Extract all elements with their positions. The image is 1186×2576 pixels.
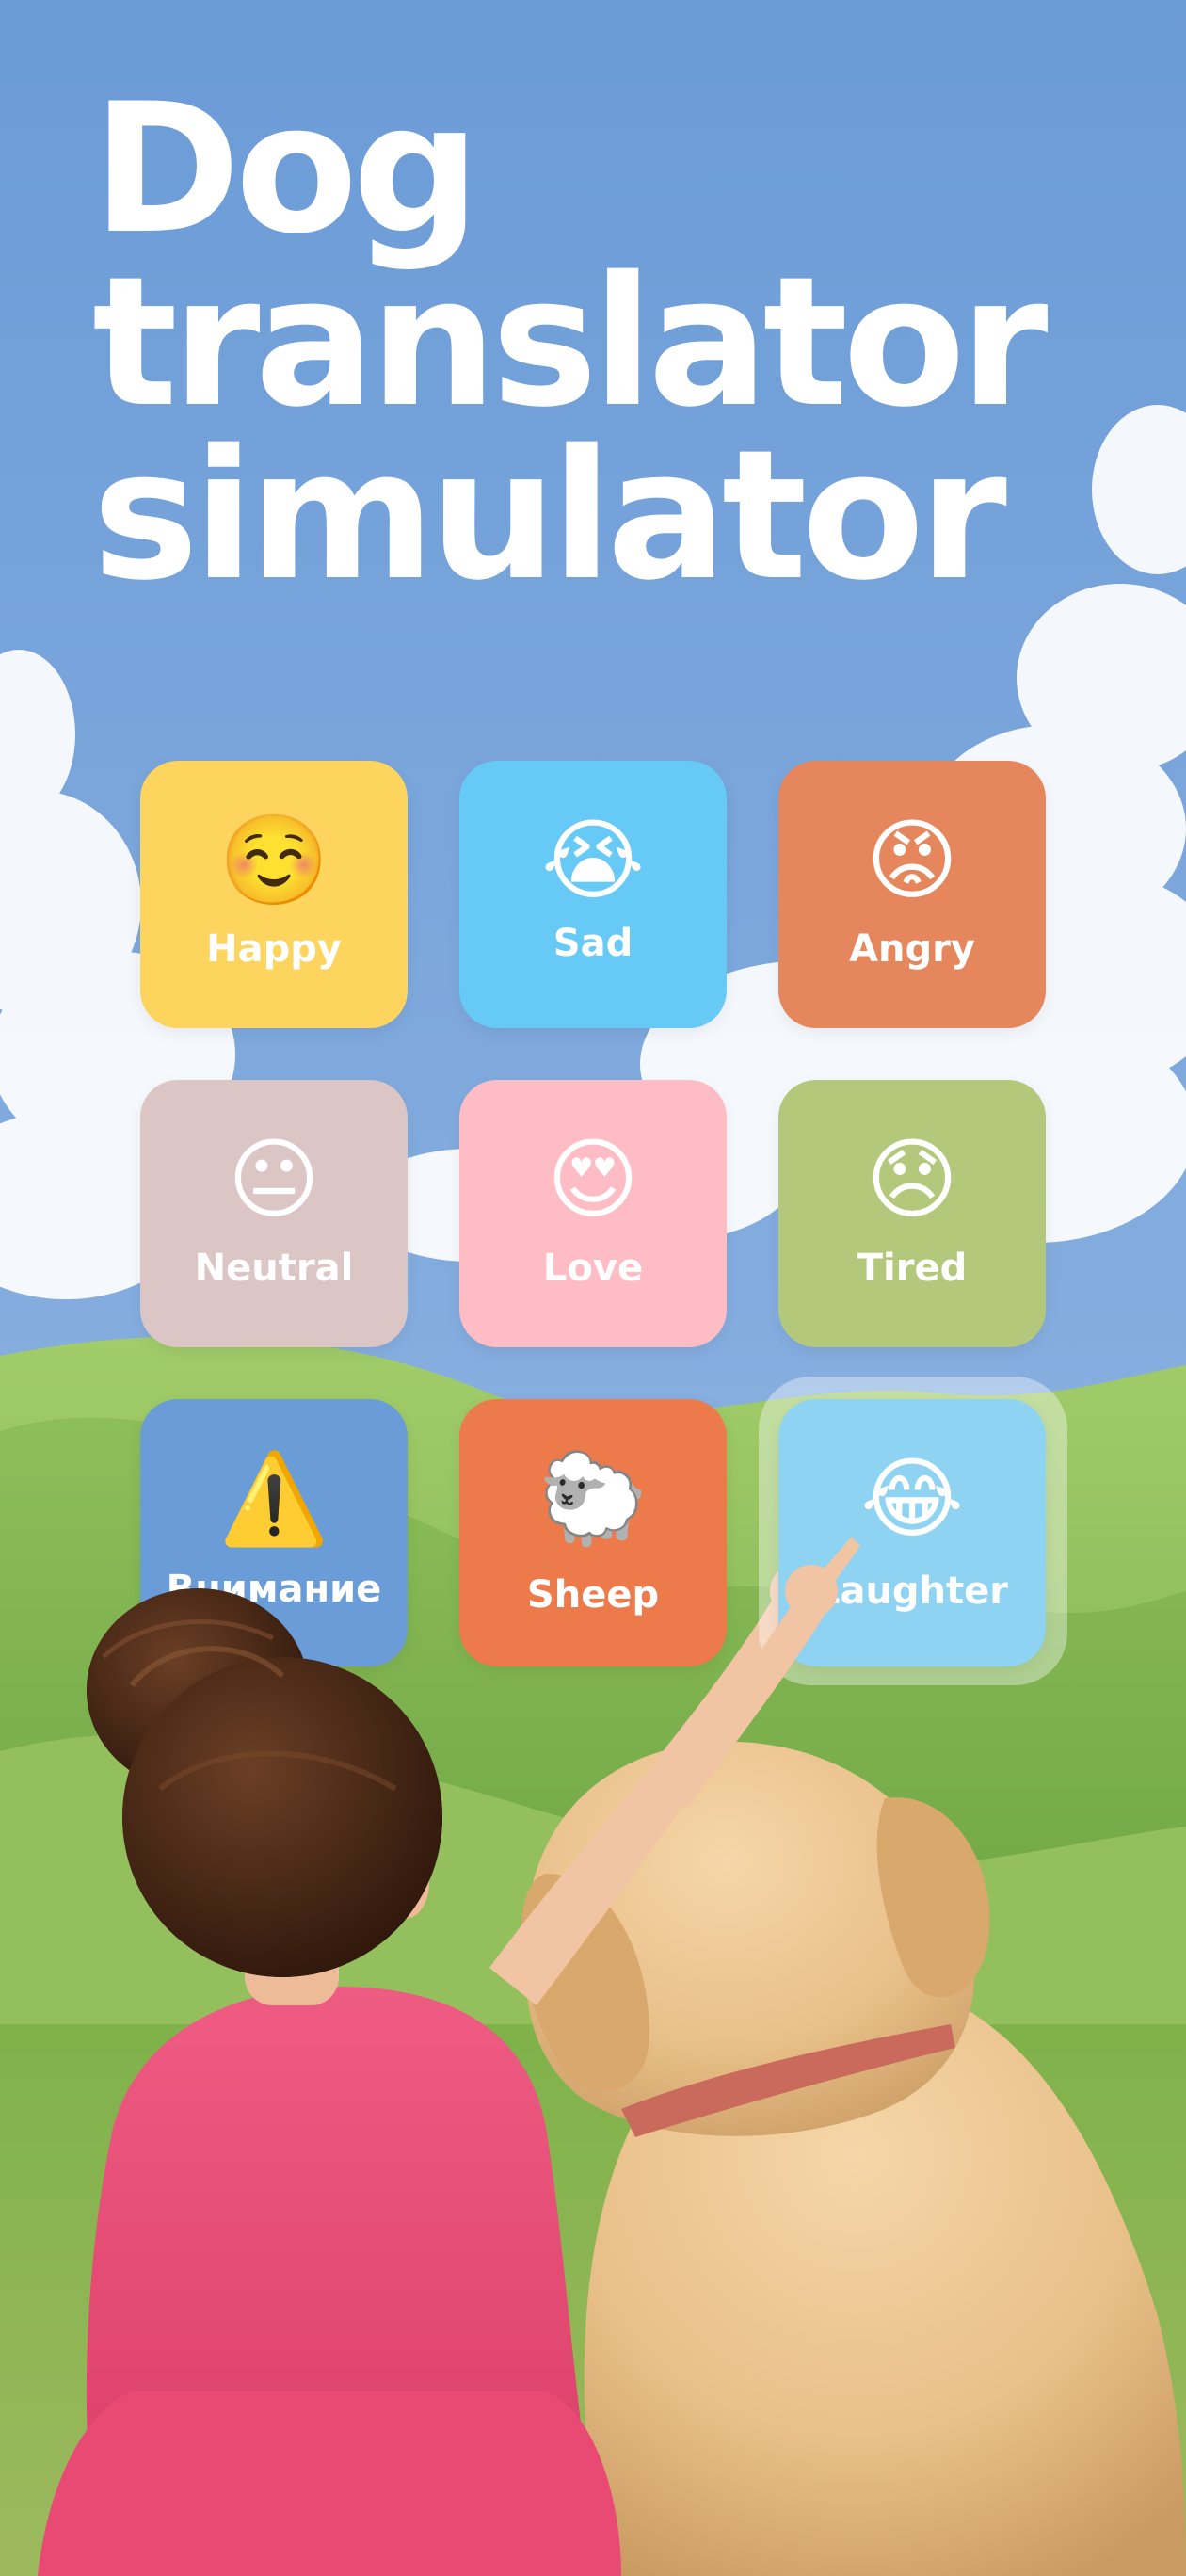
foreground-overlay	[87, 1537, 860, 1977]
